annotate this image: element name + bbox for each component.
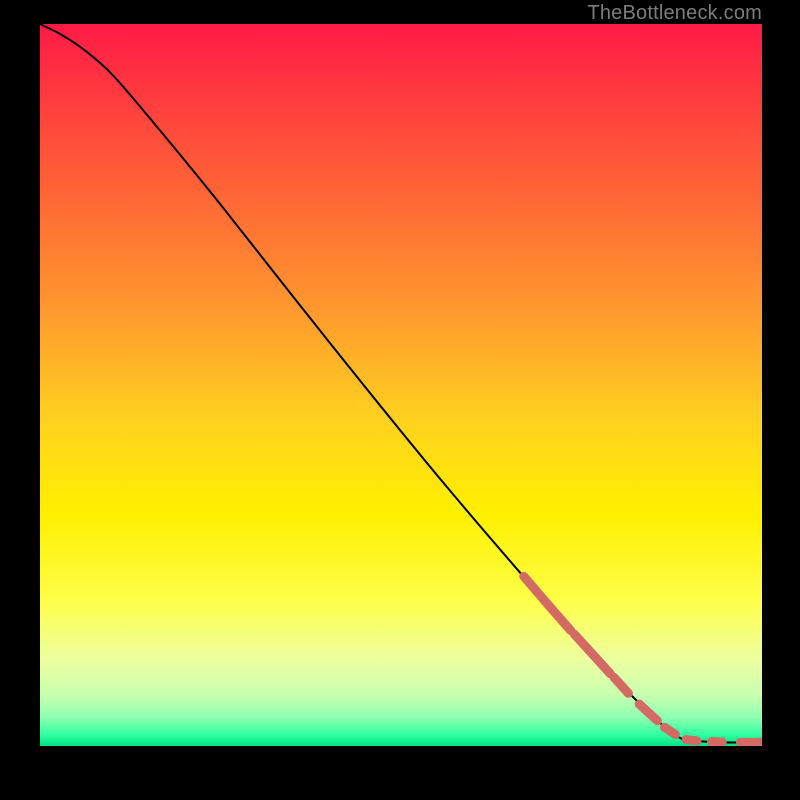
main-curve — [40, 24, 762, 743]
attribution-label: TheBottleneck.com — [587, 2, 762, 25]
highlight-segment — [665, 727, 676, 734]
curve-layer — [40, 24, 762, 746]
highlight-segment — [686, 740, 697, 741]
highlight-segment — [545, 602, 570, 631]
highlight-segment — [639, 704, 657, 721]
highlight-segments — [524, 576, 762, 742]
highlight-segment — [574, 634, 610, 674]
highlight-segment — [614, 677, 628, 693]
plot-area — [40, 24, 762, 746]
chart-container: TheBottleneck.com — [0, 0, 800, 800]
highlight-segment — [524, 576, 546, 601]
